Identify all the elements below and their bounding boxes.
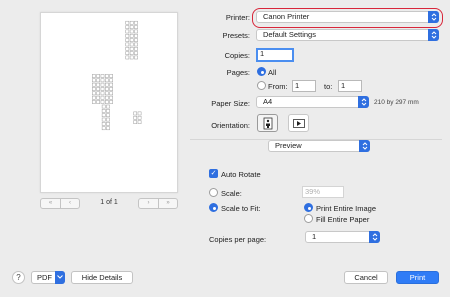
up-down-chevron-icon xyxy=(369,231,380,243)
checkmark-icon: ✓ xyxy=(210,170,217,177)
paper-size-value: A4 xyxy=(263,97,273,106)
scale-radio[interactable] xyxy=(209,188,218,197)
pages-from-input[interactable]: 1 xyxy=(292,80,316,92)
pages-all-radio[interactable] xyxy=(257,67,266,76)
next-page-button[interactable]: › xyxy=(139,199,158,208)
copies-label: Copies: xyxy=(224,51,250,60)
pages-label: Pages: xyxy=(226,68,250,77)
printer-select[interactable]: Canon Printer xyxy=(256,11,439,23)
up-down-chevron-icon xyxy=(428,11,439,23)
pdf-menu-button[interactable]: PDF xyxy=(31,271,65,284)
print-preview-page xyxy=(40,12,178,193)
landscape-orientation-icon xyxy=(292,119,305,128)
printer-select-value: Canon Printer xyxy=(263,12,310,21)
auto-rotate-label: Auto Rotate xyxy=(221,170,261,179)
pages-to-input[interactable]: 1 xyxy=(338,80,362,92)
up-down-chevron-icon xyxy=(358,96,369,108)
paper-size-label: Paper Size: xyxy=(211,99,250,108)
pdf-button-label: PDF xyxy=(37,273,52,282)
print-entire-image-radio[interactable] xyxy=(304,203,313,212)
scale-to-fit-radio[interactable] xyxy=(209,203,218,212)
portrait-orientation-icon xyxy=(263,117,272,130)
copies-input[interactable]: 1 xyxy=(256,48,294,62)
fill-entire-paper-radio[interactable] xyxy=(304,214,313,223)
portrait-orientation-button[interactable] xyxy=(257,114,278,132)
auto-rotate-checkbox[interactable]: ✓ xyxy=(209,169,218,178)
cancel-button[interactable]: Cancel xyxy=(344,271,388,284)
scale-to-fit-label: Scale to Fit: xyxy=(221,204,261,213)
up-down-chevron-icon xyxy=(428,29,439,41)
scale-percent-input[interactable]: 39% xyxy=(302,186,344,198)
print-entire-image-label: Print Entire Image xyxy=(316,204,377,213)
pages-all-label: All xyxy=(268,68,277,77)
help-button[interactable]: ? xyxy=(12,271,25,284)
orientation-label: Orientation: xyxy=(211,121,250,130)
presets-label: Presets: xyxy=(222,31,250,40)
fill-entire-paper-label: Fill Entire Paper xyxy=(316,215,370,224)
pages-from-label: From: xyxy=(268,82,288,91)
printer-label: Printer: xyxy=(225,13,250,22)
scale-label: Scale: xyxy=(221,189,242,198)
landscape-orientation-button[interactable] xyxy=(288,114,309,132)
up-down-chevron-icon xyxy=(359,140,370,152)
copies-per-page-label: Copies per page: xyxy=(209,235,267,244)
copies-per-page-value: 1 xyxy=(312,232,317,241)
print-button[interactable]: Print xyxy=(396,271,439,284)
paper-size-select[interactable]: A4 xyxy=(256,96,369,108)
presets-select-value: Default Settings xyxy=(263,30,316,39)
presets-select[interactable]: Default Settings xyxy=(256,29,439,41)
print-options-section-select[interactable]: Preview xyxy=(268,140,370,152)
preview-forward-buttons: › » xyxy=(138,198,178,209)
section-select-value: Preview xyxy=(275,141,302,150)
pages-to-label: to: xyxy=(324,82,333,91)
last-page-button[interactable]: » xyxy=(158,199,177,208)
copies-per-page-select[interactable]: 1 xyxy=(305,231,380,243)
paper-dimensions: 210 by 297 mm xyxy=(374,99,419,106)
preview-page-navigation: « ‹ 1 of 1 › » xyxy=(40,198,178,210)
chevron-down-icon xyxy=(55,271,65,284)
hide-details-button[interactable]: Hide Details xyxy=(71,271,133,284)
preview-thumbnail-content xyxy=(92,20,142,131)
pages-range-radio[interactable] xyxy=(257,81,266,90)
